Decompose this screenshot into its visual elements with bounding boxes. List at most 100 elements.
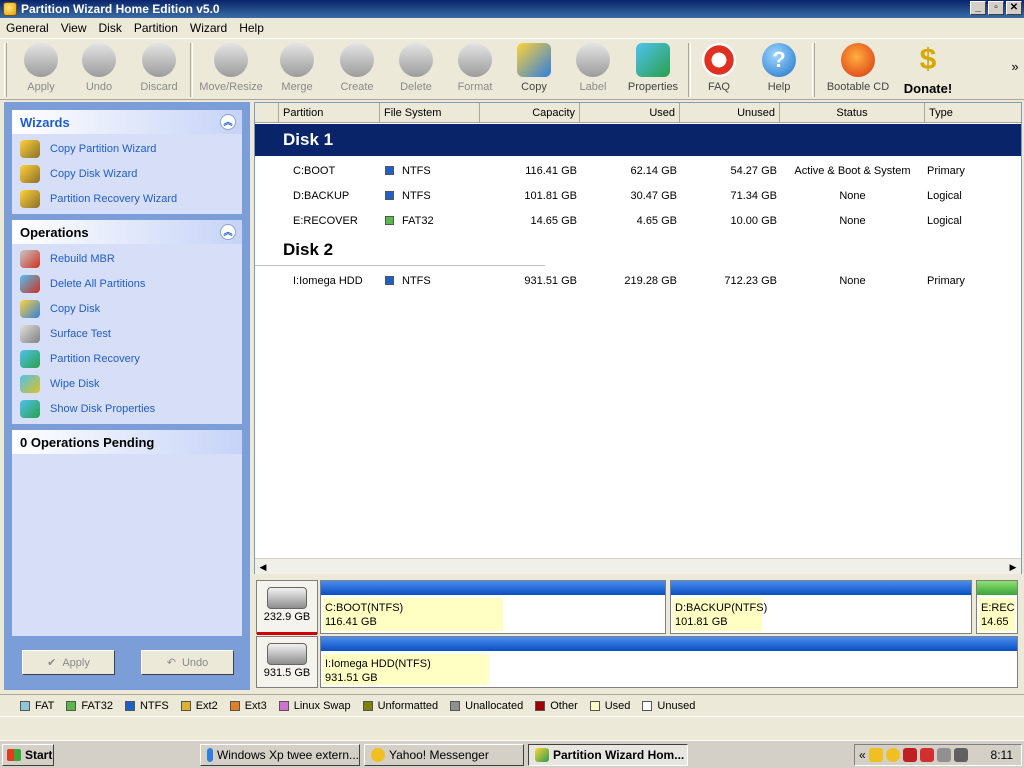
ntfs-bar: [671, 581, 971, 595]
copy-disk-label: Copy Disk: [50, 302, 101, 315]
wizards-panel: Wizards ︽ Copy Partition Wizard Copy Dis…: [12, 110, 242, 214]
legend-item: FAT32: [66, 700, 113, 712]
disk-1-map-label[interactable]: 232.9 GB: [256, 580, 318, 635]
start-button[interactable]: Start: [2, 744, 54, 766]
disk-1-row[interactable]: Disk 1: [255, 124, 1021, 156]
delete-all-partitions-link[interactable]: Delete All Partitions: [12, 271, 242, 296]
menu-partition[interactable]: Partition: [128, 21, 184, 35]
properties-toolbar-button[interactable]: Properties: [624, 41, 682, 99]
rebuild-mbr-link[interactable]: Rebuild MBR: [12, 246, 242, 271]
scroll-right-icon[interactable]: ▶: [1007, 561, 1019, 573]
bootable-cd-toolbar-button[interactable]: Bootable CD: [824, 41, 892, 99]
create-toolbar-button[interactable]: Create: [330, 41, 384, 99]
tray-expand-button[interactable]: «: [859, 748, 866, 762]
operations-panel-header[interactable]: Operations ︽: [12, 220, 242, 244]
faq-toolbar-label: FAQ: [707, 81, 730, 93]
partition-row[interactable]: I:Iomega HDD NTFS 931.51 GB 219.28 GB 71…: [255, 269, 1021, 294]
disk-2-row[interactable]: Disk 2: [255, 234, 545, 266]
help-toolbar-button[interactable]: ? Help: [754, 41, 804, 99]
partition-block-e[interactable]: E:REC 14.65: [976, 580, 1018, 634]
sidebar-undo-button[interactable]: ↶ Undo: [141, 650, 234, 675]
keyboard-icon[interactable]: [936, 748, 951, 762]
show-disk-properties-link[interactable]: Show Disk Properties: [12, 396, 242, 421]
antivirus-icon[interactable]: [919, 748, 934, 762]
disk-2-map-label[interactable]: 931.5 GB: [256, 636, 318, 688]
copy-toolbar-button[interactable]: Copy: [507, 41, 561, 99]
partition-row[interactable]: D:BACKUP NTFS 101.81 GB 30.47 GB 71.34 G…: [255, 184, 1021, 209]
delete-all-partitions-label: Delete All Partitions: [50, 277, 146, 290]
maximize-button[interactable]: ▫: [988, 1, 1004, 15]
apply-toolbar-button[interactable]: Apply: [16, 41, 66, 99]
undo-arrow-icon: ↶: [166, 657, 176, 669]
copy-disk-wizard-link[interactable]: Copy Disk Wizard: [12, 161, 242, 186]
system-tray: « 8:11: [854, 744, 1022, 766]
toolbar-grip[interactable]: [4, 43, 7, 97]
horizontal-scrollbar[interactable]: ◀ ▶: [255, 558, 1021, 574]
sidebar-apply-button[interactable]: ✔ Apply: [22, 650, 115, 675]
delete-toolbar-button[interactable]: Delete: [389, 41, 443, 99]
close-button[interactable]: ✕: [1006, 1, 1022, 15]
format-toolbar-button[interactable]: Format: [448, 41, 502, 99]
collapse-icon[interactable]: ︽: [220, 114, 236, 130]
smiley-icon: [371, 748, 385, 762]
browser-icon: [207, 748, 213, 762]
menu-general[interactable]: General: [0, 21, 55, 35]
faq-toolbar-button[interactable]: FAQ: [694, 41, 744, 99]
title-bar[interactable]: Partition Wizard Home Edition v5.0 _ ▫ ✕: [0, 0, 1024, 18]
surface-test-link[interactable]: Surface Test: [12, 321, 242, 346]
minimize-button[interactable]: _: [970, 1, 986, 15]
column-unused[interactable]: Unused: [680, 103, 780, 123]
pending-operations-header: 0 Operations Pending: [12, 430, 242, 454]
merge-toolbar-button[interactable]: Merge: [270, 41, 324, 99]
partition-block-c[interactable]: C:BOOT(NTFS) 116.41 GB: [320, 580, 666, 634]
column-type[interactable]: Type: [925, 103, 1021, 123]
toolbar-grip[interactable]: [812, 43, 815, 97]
column-capacity[interactable]: Capacity: [480, 103, 580, 123]
partition-recovery-wizard-label: Partition Recovery Wizard: [50, 192, 178, 205]
window-title: Partition Wizard Home Edition v5.0: [21, 2, 220, 16]
network-icon[interactable]: [902, 748, 917, 762]
taskbar: Start Windows Xp twee extern... Yahoo! M…: [0, 740, 1024, 768]
legend-label: Unused: [657, 699, 696, 712]
menu-wizard[interactable]: Wizard: [184, 21, 233, 35]
partition-row[interactable]: C:BOOT NTFS 116.41 GB 62.14 GB 54.27 GB …: [255, 159, 1021, 184]
partition-block-d[interactable]: D:BACKUP(NTFS) 101.81 GB: [670, 580, 972, 634]
copy-disk-link[interactable]: Copy Disk: [12, 296, 242, 321]
menu-disk[interactable]: Disk: [93, 21, 128, 35]
menu-bar: General View Disk Partition Wizard Help: [0, 18, 1024, 38]
partition-block-i[interactable]: I:Iomega HDD(NTFS) 931.51 GB: [320, 636, 1018, 688]
column-used[interactable]: Used: [580, 103, 680, 123]
wizards-panel-header[interactable]: Wizards ︽: [12, 110, 242, 134]
taskbar-item-yahoo-messenger[interactable]: Yahoo! Messenger: [364, 744, 524, 766]
type-value: Primary: [927, 275, 965, 287]
partition-recovery-link[interactable]: Partition Recovery: [12, 346, 242, 371]
scroll-left-icon[interactable]: ◀: [257, 561, 269, 573]
column-status[interactable]: Status: [780, 103, 925, 123]
disk-1-size: 232.9 GB: [263, 611, 311, 623]
label-toolbar-button[interactable]: Label: [566, 41, 620, 99]
toolbar-overflow-button[interactable]: »: [1008, 59, 1022, 79]
copy-partition-wizard-link[interactable]: Copy Partition Wizard: [12, 136, 242, 161]
unused-value: 54.27 GB: [730, 165, 777, 177]
collapse-icon[interactable]: ︽: [220, 224, 236, 240]
column-partition[interactable]: Partition: [279, 103, 380, 123]
wipe-disk-link[interactable]: Wipe Disk: [12, 371, 242, 396]
undo-toolbar-button[interactable]: Undo: [74, 41, 124, 99]
move-resize-toolbar-button[interactable]: Move/Resize: [198, 41, 264, 99]
legend-item: Linux Swap: [278, 700, 351, 712]
mail-icon[interactable]: [868, 748, 883, 762]
partition-recovery-wizard-link[interactable]: Partition Recovery Wizard: [12, 186, 242, 211]
messenger-icon[interactable]: [885, 748, 900, 762]
taskbar-item-partition-wizard[interactable]: Partition Wizard Hom...: [528, 744, 688, 766]
legend-swatch-icon: [642, 700, 653, 711]
taskbar-item-windows-xp[interactable]: Windows Xp twee extern...: [200, 744, 360, 766]
menu-view[interactable]: View: [55, 21, 93, 35]
column-filesystem[interactable]: File System: [380, 103, 480, 123]
format-icon: [458, 43, 492, 77]
donate-toolbar-button[interactable]: $ Donate!: [898, 41, 958, 99]
tools-icon[interactable]: [953, 748, 968, 762]
legend-label: Ext2: [195, 699, 218, 712]
partition-row[interactable]: E:RECOVER FAT32 14.65 GB 4.65 GB 10.00 G…: [255, 209, 1021, 234]
menu-help[interactable]: Help: [233, 21, 270, 35]
discard-toolbar-button[interactable]: Discard: [132, 41, 186, 99]
